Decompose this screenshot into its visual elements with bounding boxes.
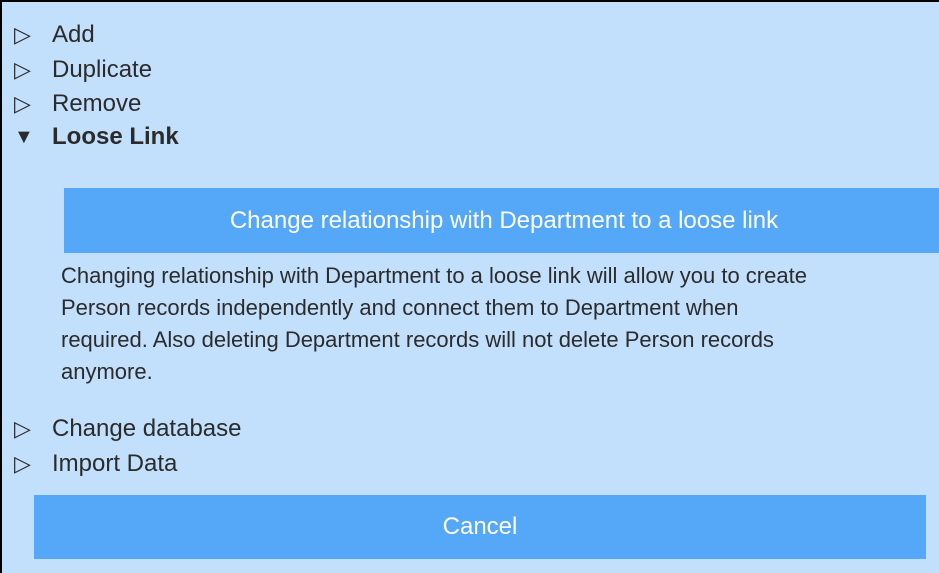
collapsed-triangle-icon: ▷ (14, 57, 31, 82)
menu-item-label: Duplicate (52, 56, 153, 83)
menu-item-duplicate[interactable]: ▷ Duplicate (14, 54, 152, 86)
menu-item-label: Change database (52, 415, 242, 442)
menu-item-label: Import Data (52, 450, 178, 477)
menu-item-remove[interactable]: ▷ Remove (14, 88, 141, 120)
expanded-triangle-icon: ▼ (14, 126, 34, 148)
menu-item-label: Remove (52, 90, 142, 117)
collapsed-triangle-icon: ▷ (14, 451, 31, 476)
collapsed-triangle-icon: ▷ (14, 91, 31, 116)
collapsed-triangle-icon: ▷ (14, 416, 31, 441)
cancel-button[interactable]: Cancel (34, 495, 926, 559)
menu-item-change-database[interactable]: ▷ Change database (14, 413, 242, 445)
menu-item-add[interactable]: ▷ Add (14, 19, 95, 51)
menu-item-import-data[interactable]: ▷ Import Data (14, 448, 177, 480)
menu-item-label: Loose Link (52, 123, 179, 150)
change-to-loose-link-button[interactable]: Change relationship with Department to a… (64, 188, 939, 253)
loose-link-description: Changing relationship with Department to… (61, 263, 807, 384)
actions-panel: ▷ Add ▷ Duplicate ▷ Remove ▼ Loose Link … (0, 0, 939, 573)
collapsed-triangle-icon: ▷ (14, 22, 31, 47)
menu-item-loose-link[interactable]: ▼ Loose Link (14, 121, 179, 153)
menu-item-label: Add (52, 21, 95, 48)
